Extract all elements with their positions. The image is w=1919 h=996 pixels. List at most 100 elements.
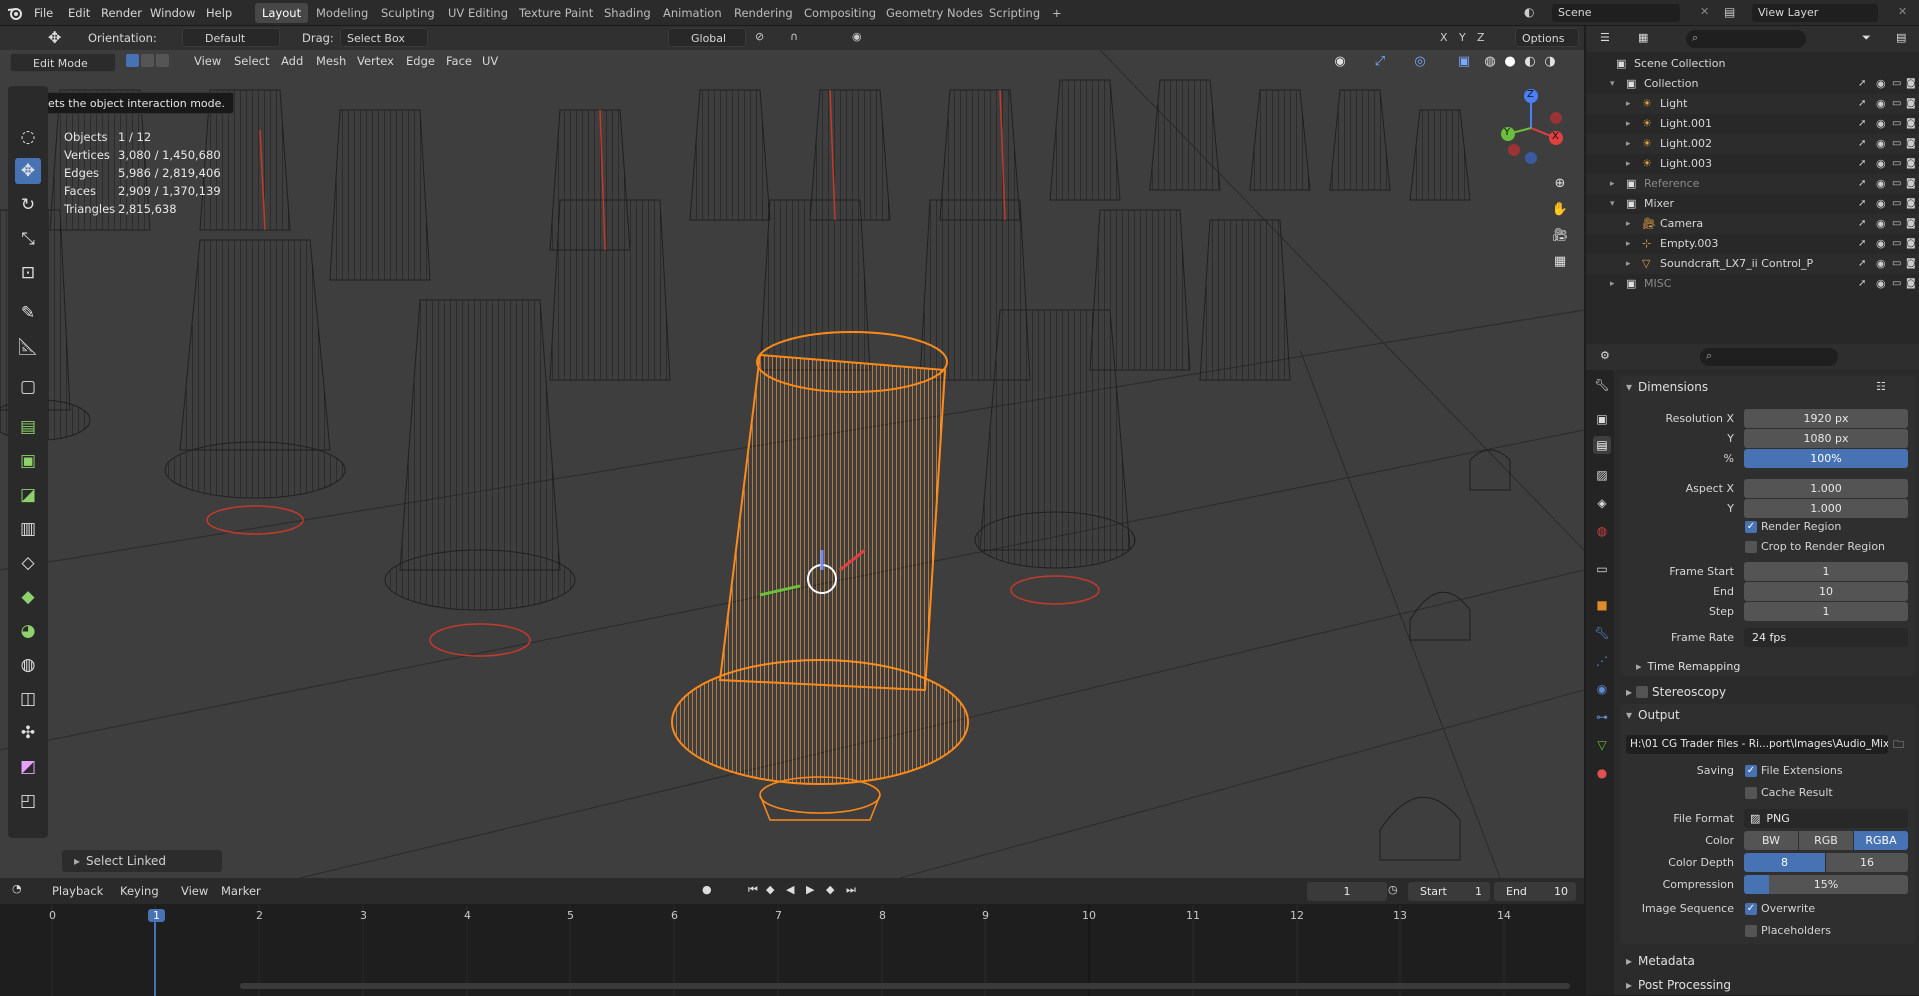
tab-compositing[interactable]: Compositing xyxy=(797,3,883,23)
menu-render[interactable]: Render xyxy=(101,0,142,26)
tab-layout[interactable]: Layout xyxy=(255,3,309,23)
output-tab-icon[interactable]: ▤ xyxy=(1593,436,1611,454)
viewport-toggle-icon[interactable]: ▭ xyxy=(1892,274,1901,294)
physics-tab-icon[interactable]: ◉ xyxy=(1593,680,1611,698)
knife-tool-icon[interactable]: ◇ xyxy=(15,550,41,576)
select-arrow-icon[interactable]: ➚ xyxy=(1858,214,1866,234)
tab-scripting[interactable]: Scripting xyxy=(982,3,1047,23)
select-arrow-icon[interactable]: ➚ xyxy=(1858,94,1866,114)
move-tool-icon[interactable]: ✥ xyxy=(15,158,41,184)
properties-search-input[interactable] xyxy=(1700,348,1838,366)
visibility-icon[interactable]: ◉ xyxy=(1330,52,1350,72)
eye-icon[interactable]: ◉ xyxy=(1876,234,1886,254)
menu-select[interactable]: Select xyxy=(234,50,269,72)
edge-slide-tool-icon[interactable]: ◫ xyxy=(15,686,41,712)
annotate-tool-icon[interactable]: ✎ xyxy=(15,300,41,326)
new-collection-icon[interactable]: ▤ xyxy=(1896,31,1906,44)
menu-edge[interactable]: Edge xyxy=(406,50,435,72)
modifier-tab-icon[interactable]: 🔧︎ xyxy=(1593,624,1611,642)
render-toggle-icon[interactable]: ◙ xyxy=(1906,194,1916,214)
tab-uv-editing[interactable]: UV Editing xyxy=(441,3,515,23)
eye-icon[interactable]: ◉ xyxy=(1876,134,1886,154)
file-format-dropdown[interactable]: ▨ PNG xyxy=(1744,809,1908,828)
color-bw-button[interactable]: BW xyxy=(1744,831,1798,850)
menu-window[interactable]: Window xyxy=(150,0,195,26)
render-toggle-icon[interactable]: ◙ xyxy=(1906,254,1916,274)
select-arrow-icon[interactable]: ➚ xyxy=(1858,254,1866,274)
loop-cut-tool-icon[interactable]: ▥ xyxy=(15,516,41,542)
close-view-layer-icon[interactable]: ✕ xyxy=(1898,5,1907,18)
mode-dropdown[interactable]: Edit Mode xyxy=(10,53,116,72)
output-header[interactable]: ▾ Output xyxy=(1626,708,1680,722)
eye-icon[interactable]: ◉ xyxy=(1876,174,1886,194)
render-region-checkbox[interactable]: ✓ xyxy=(1745,521,1757,533)
3d-viewport[interactable]: Edit Mode View Select Add Mesh Vertex Ed… xyxy=(0,50,1584,878)
mirror-axis-x[interactable]: X xyxy=(1440,31,1448,44)
start-frame-field[interactable]: Start 1 xyxy=(1408,882,1490,901)
object-tab-icon[interactable]: ■ xyxy=(1593,596,1611,614)
material-shading-icon[interactable]: ◐ xyxy=(1520,52,1540,72)
resolution-x-field[interactable]: 1920 px xyxy=(1744,409,1908,428)
properties-editor-icon[interactable]: ⚙ xyxy=(1600,349,1610,362)
color-rgb-button[interactable]: RGB xyxy=(1799,831,1853,850)
menu-edit[interactable]: Edit xyxy=(68,0,90,26)
viewport-toggle-icon[interactable]: ▭ xyxy=(1892,174,1901,194)
end-frame-field[interactable]: End 10 xyxy=(1494,882,1576,901)
color-rgba-button[interactable]: RGBA xyxy=(1854,831,1908,850)
stereoscopy-header[interactable]: ▸ Stereoscopy xyxy=(1626,684,1726,699)
outliner-row[interactable]: ▸ ☀ Light.001 ➚ ◉ ▭ ◙ xyxy=(1586,114,1919,134)
disclosure-icon[interactable]: ▾ xyxy=(1610,74,1615,94)
tab-geometry-nodes[interactable]: Geometry Nodes xyxy=(879,3,990,23)
post-processing-header[interactable]: ▸ Post Processing xyxy=(1626,978,1731,992)
tab-rendering[interactable]: Rendering xyxy=(727,3,800,23)
disclosure-icon[interactable]: ▸ xyxy=(1626,94,1631,114)
eye-icon[interactable]: ◉ xyxy=(1876,154,1886,174)
camera-view-icon[interactable]: 🎥︎ xyxy=(1550,226,1570,246)
filter-icon[interactable]: ⏷ xyxy=(1862,31,1871,45)
outliner-row[interactable]: ▸ ☀ Light.002 ➚ ◉ ▭ ◙ xyxy=(1586,134,1919,154)
ortho-grid-icon[interactable]: ▦ xyxy=(1550,252,1570,272)
scene-icon[interactable]: ◐ xyxy=(1524,5,1534,19)
placeholders-checkbox[interactable] xyxy=(1745,925,1757,937)
measure-tool-icon[interactable]: 📐︎ xyxy=(15,334,41,360)
rotate-tool-icon[interactable]: ↻ xyxy=(15,192,41,218)
constraint-tab-icon[interactable]: ⊶ xyxy=(1593,708,1611,726)
xray-icon[interactable]: ▣ xyxy=(1454,52,1474,72)
color-depth-8-button[interactable]: 8 xyxy=(1744,853,1825,872)
outliner-row[interactable]: ▾ ▣ Mixer ➚ ◉ ▭ ◙ xyxy=(1586,194,1919,214)
disclosure-icon[interactable]: ▾ xyxy=(1610,194,1615,214)
eye-icon[interactable]: ◉ xyxy=(1876,274,1886,294)
poly-build-tool-icon[interactable]: ◆ xyxy=(15,584,41,610)
outliner-editor-icon[interactable]: ☰ xyxy=(1600,31,1610,44)
tab-sculpting[interactable]: Sculpting xyxy=(374,3,442,23)
outliner-row-scene-collection[interactable]: ▣ Scene Collection xyxy=(1586,54,1919,74)
scene-field[interactable]: Scene xyxy=(1552,4,1680,22)
eye-icon[interactable]: ◉ xyxy=(1876,214,1886,234)
viewport-toggle-icon[interactable]: ▭ xyxy=(1892,214,1901,234)
outliner-row[interactable]: ▸ ▽ Soundcraft_LX7_ii Control_P ➚ ◉ ▭ ◙ xyxy=(1586,254,1919,274)
playback-menu[interactable]: Playback xyxy=(52,880,103,902)
rendered-shading-icon[interactable]: ◑ xyxy=(1540,52,1560,72)
render-toggle-icon[interactable]: ◙ xyxy=(1906,74,1916,94)
viewport-toggle-icon[interactable]: ▭ xyxy=(1892,154,1901,174)
options-dropdown[interactable]: Options xyxy=(1515,28,1579,47)
blender-logo-icon[interactable] xyxy=(6,4,24,22)
mirror-axis-z[interactable]: Z xyxy=(1477,31,1485,44)
view-layer-icon[interactable]: ▤ xyxy=(1724,5,1735,19)
metadata-header[interactable]: ▸ Metadata xyxy=(1626,954,1695,968)
timeline-view-menu[interactable]: View xyxy=(181,880,208,902)
viewport-toggle-icon[interactable]: ▭ xyxy=(1892,194,1901,214)
render-toggle-icon[interactable]: ◙ xyxy=(1906,174,1916,194)
snap-icon[interactable]: ⊘ xyxy=(755,30,764,43)
spin-tool-icon[interactable]: ◕ xyxy=(15,618,41,644)
add-cube-tool-icon[interactable]: ▢ xyxy=(15,374,41,400)
folder-icon[interactable]: 🗀 xyxy=(1893,736,1904,755)
record-icon[interactable]: ● xyxy=(702,883,712,896)
viewport-toggle-icon[interactable]: ▭ xyxy=(1892,234,1901,254)
frame-end-field[interactable]: 10 xyxy=(1744,582,1908,601)
last-operator-panel[interactable]: ▸ Select Linked xyxy=(62,850,222,872)
jump-end-icon[interactable]: ⏭ xyxy=(846,883,856,897)
select-arrow-icon[interactable]: ➚ xyxy=(1858,134,1866,154)
inset-tool-icon[interactable]: ▣ xyxy=(15,448,41,474)
stopwatch-icon[interactable]: ◷ xyxy=(1388,883,1398,896)
